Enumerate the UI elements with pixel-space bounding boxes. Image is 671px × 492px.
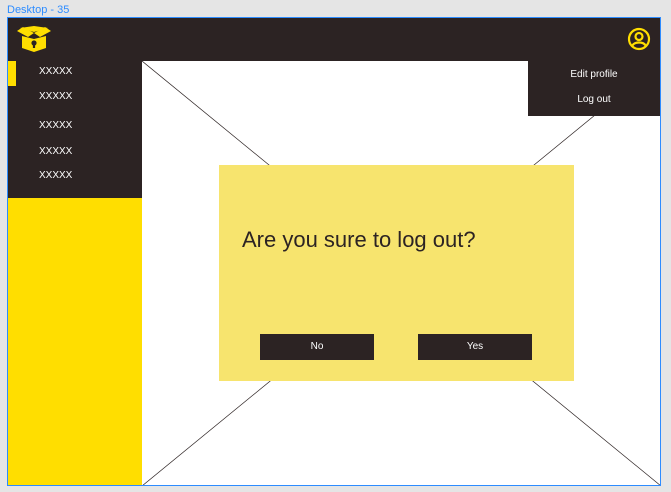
user-menu-dropdown: Edit profile Log out (528, 61, 660, 116)
box-logo-icon[interactable] (17, 25, 51, 53)
logout-dialog: Are you sure to log out? No Yes (219, 165, 574, 381)
sidebar-item-5[interactable]: XXXXX (8, 165, 142, 187)
top-bar (8, 18, 660, 61)
edit-profile-item[interactable]: Edit profile (528, 69, 660, 80)
sidebar-item-2[interactable]: XXXXX (8, 86, 142, 108)
yes-button[interactable]: Yes (418, 334, 532, 360)
sidebar: XXXXX XXXXX XXXXX XXXXX XXXXX (8, 61, 142, 485)
user-circle-icon[interactable] (627, 27, 651, 51)
sidebar-item-1[interactable]: XXXXX (8, 61, 142, 86)
frame-label: Desktop - 35 (7, 4, 70, 16)
no-button[interactable]: No (260, 334, 374, 360)
sidebar-item-3[interactable]: XXXXX (8, 115, 142, 137)
dialog-title: Are you sure to log out? (242, 227, 476, 252)
desktop-frame: XXXXX XXXXX XXXXX XXXXX XXXXX Edit profi… (7, 17, 661, 486)
sidebar-item-4[interactable]: XXXXX (8, 141, 142, 163)
log-out-item[interactable]: Log out (528, 94, 660, 105)
sidebar-menu: XXXXX XXXXX XXXXX XXXXX XXXXX (8, 61, 142, 198)
